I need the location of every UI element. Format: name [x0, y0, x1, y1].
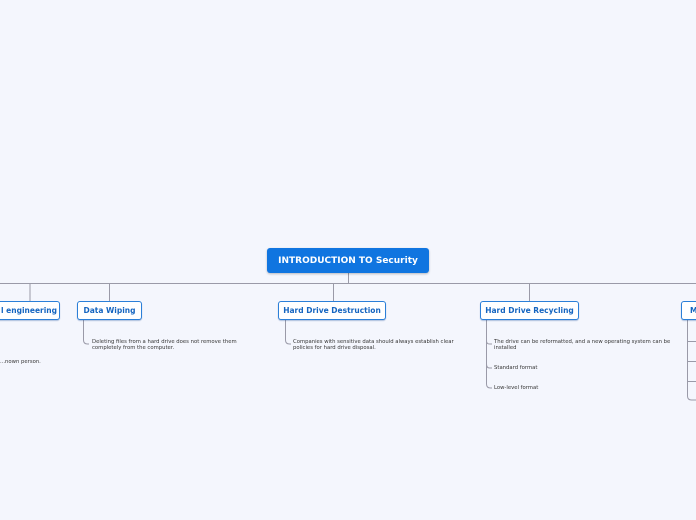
- leaf-reformat: The drive can be reformatted, and a new …: [494, 339, 671, 352]
- leaf-data-wiping: Deleting files from a hard drive does no…: [92, 339, 237, 352]
- root-topic[interactable]: INTRODUCTION TO Security: [267, 248, 429, 273]
- branch-hard-drive-destruction[interactable]: Hard Drive Destruction: [278, 301, 386, 320]
- branch-social-engineering[interactable]: l engineering: [0, 301, 60, 320]
- leaf-hard-drive-destruction: Companies with sensitive data should alw…: [293, 339, 454, 352]
- branch-data-wiping[interactable]: Data Wiping: [77, 301, 142, 320]
- branch-label: Hard Drive Recycling: [485, 306, 574, 315]
- branch-partial-right[interactable]: M: [681, 301, 696, 320]
- branch-hard-drive-recycling[interactable]: Hard Drive Recycling: [480, 301, 579, 320]
- branch-label: l engineering: [0, 306, 58, 315]
- root-topic-label: INTRODUCTION TO Security: [278, 255, 418, 266]
- leaf-standard-format: Standard format: [494, 365, 538, 371]
- leaf-social-engineering: ...nown person.: [0, 359, 41, 365]
- branch-label: Hard Drive Destruction: [283, 306, 381, 315]
- branch-label: M: [690, 306, 696, 315]
- leaf-low-level-format: Low-level format: [494, 385, 539, 391]
- branch-label: Data Wiping: [83, 306, 136, 315]
